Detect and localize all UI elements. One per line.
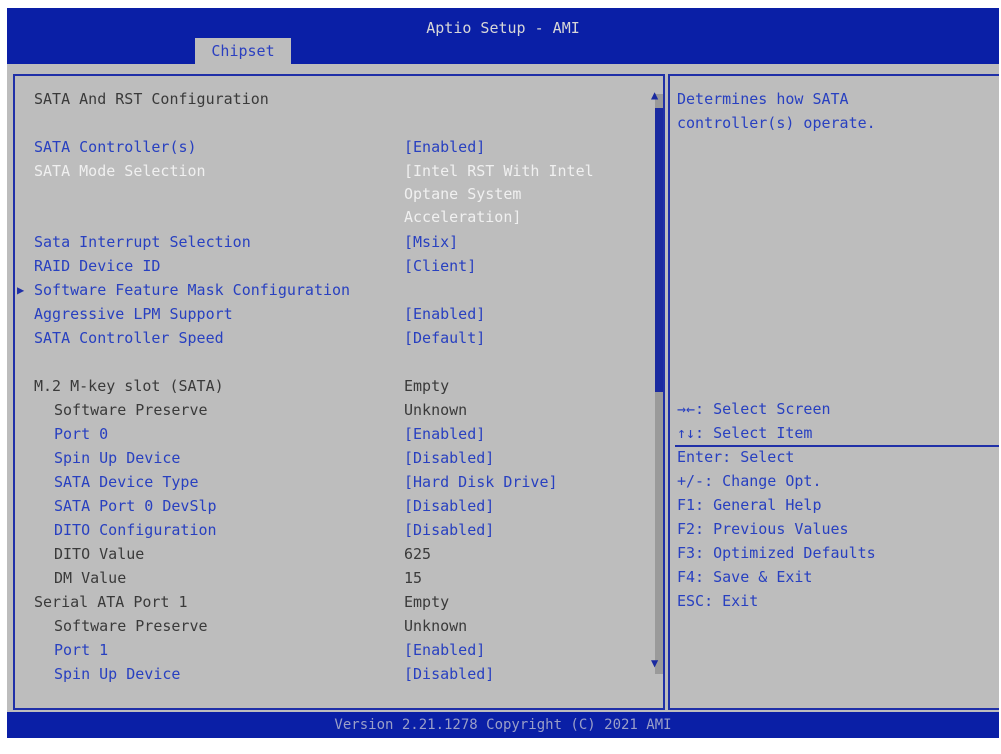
software-preserve-value: Unknown <box>404 401 468 419</box>
raid-device-id-value[interactable]: [Client] <box>404 257 476 275</box>
sata-device-type-option[interactable]: SATA Device Type <box>54 473 199 491</box>
key-help-f4: F4: Save & Exit <box>677 568 813 586</box>
key-help-select-screen: →←: Select Screen <box>677 400 831 418</box>
sata-mode-selection-value-line1[interactable]: [Intel RST With Intel <box>404 162 594 180</box>
spin-up-device-option[interactable]: Spin Up Device <box>54 449 180 467</box>
sata-interrupt-selection-value[interactable]: [Msix] <box>404 233 458 251</box>
sata-port0-devslp-option[interactable]: SATA Port 0 DevSlp <box>54 497 217 515</box>
software-preserve-port1-value: Unknown <box>404 617 468 635</box>
software-preserve-label: Software Preserve <box>54 401 208 419</box>
sata-mode-selection-value-line3[interactable]: Acceleration] <box>404 208 521 226</box>
port-0-option[interactable]: Port 0 <box>54 425 108 443</box>
key-help-change-opt: +/-: Change Opt. <box>677 472 822 490</box>
dito-value-value: 625 <box>404 545 432 563</box>
scrollbar-thumb[interactable] <box>655 108 663 392</box>
title-bar: Aptio Setup - AMI Chipset <box>7 8 999 64</box>
submenu-arrow-icon: ▶ <box>17 283 25 297</box>
sata-interrupt-selection-option[interactable]: Sata Interrupt Selection <box>34 233 251 251</box>
window-title: Aptio Setup - AMI <box>426 19 580 37</box>
raid-device-id-option[interactable]: RAID Device ID <box>34 257 160 275</box>
help-panel <box>668 74 999 710</box>
sata-controller-speed-value[interactable]: [Default] <box>404 329 485 347</box>
section-title: SATA And RST Configuration <box>34 90 269 108</box>
aggressive-lpm-support-value[interactable]: [Enabled] <box>404 305 485 323</box>
dm-value-label: DM Value <box>54 569 127 587</box>
key-help-f1: F1: General Help <box>677 496 822 514</box>
m2-mkey-slot-value: Empty <box>404 377 450 395</box>
port-0-value[interactable]: [Enabled] <box>404 425 485 443</box>
sata-device-type-value[interactable]: [Hard Disk Drive] <box>404 473 558 491</box>
dito-configuration-option[interactable]: DITO Configuration <box>54 521 217 539</box>
sata-mode-selection-option[interactable]: SATA Mode Selection <box>34 162 206 180</box>
key-help-f2: F2: Previous Values <box>677 520 849 538</box>
setup-screen: SATA And RST Configuration SATA Controll… <box>7 64 999 712</box>
serial-ata-port1-value: Empty <box>404 593 450 611</box>
help-description-line1: Determines how SATA <box>677 90 849 108</box>
version-footer: Version 2.21.1278 Copyright (C) 2021 AMI <box>7 712 999 738</box>
help-divider <box>675 445 999 447</box>
serial-ata-port1-label: Serial ATA Port 1 <box>34 593 188 611</box>
tab-chipset[interactable]: Chipset <box>195 38 291 64</box>
m2-mkey-slot-label: M.2 M-key slot (SATA) <box>34 377 224 395</box>
spin-up-device-port1-option[interactable]: Spin Up Device <box>54 665 180 683</box>
key-help-enter: Enter: Select <box>677 448 795 466</box>
help-description-line2: controller(s) operate. <box>677 114 876 132</box>
key-help-esc: ESC: Exit <box>677 592 759 610</box>
key-help-f3: F3: Optimized Defaults <box>677 544 876 562</box>
sata-controllers-value[interactable]: [Enabled] <box>404 138 485 156</box>
dito-configuration-value[interactable]: [Disabled] <box>404 521 494 539</box>
scroll-up-icon[interactable]: ▲ <box>651 88 658 102</box>
sata-port0-devslp-value[interactable]: [Disabled] <box>404 497 494 515</box>
dito-value-label: DITO Value <box>54 545 145 563</box>
aggressive-lpm-support-option[interactable]: Aggressive LPM Support <box>34 305 233 323</box>
spin-up-device-port1-value[interactable]: [Disabled] <box>404 665 494 683</box>
sata-controller-speed-option[interactable]: SATA Controller Speed <box>34 329 224 347</box>
sata-mode-selection-value-line2[interactable]: Optane System <box>404 185 521 203</box>
key-help-select-item: ↑↓: Select Item <box>677 424 813 442</box>
port-1-value[interactable]: [Enabled] <box>404 641 485 659</box>
sata-controllers-option[interactable]: SATA Controller(s) <box>34 138 197 156</box>
software-feature-mask-configuration-submenu[interactable]: Software Feature Mask Configuration <box>34 281 350 299</box>
scroll-down-icon[interactable]: ▼ <box>651 656 658 670</box>
spin-up-device-value[interactable]: [Disabled] <box>404 449 494 467</box>
dm-value-value: 15 <box>404 569 423 587</box>
software-preserve-port1-label: Software Preserve <box>54 617 208 635</box>
port-1-option[interactable]: Port 1 <box>54 641 108 659</box>
